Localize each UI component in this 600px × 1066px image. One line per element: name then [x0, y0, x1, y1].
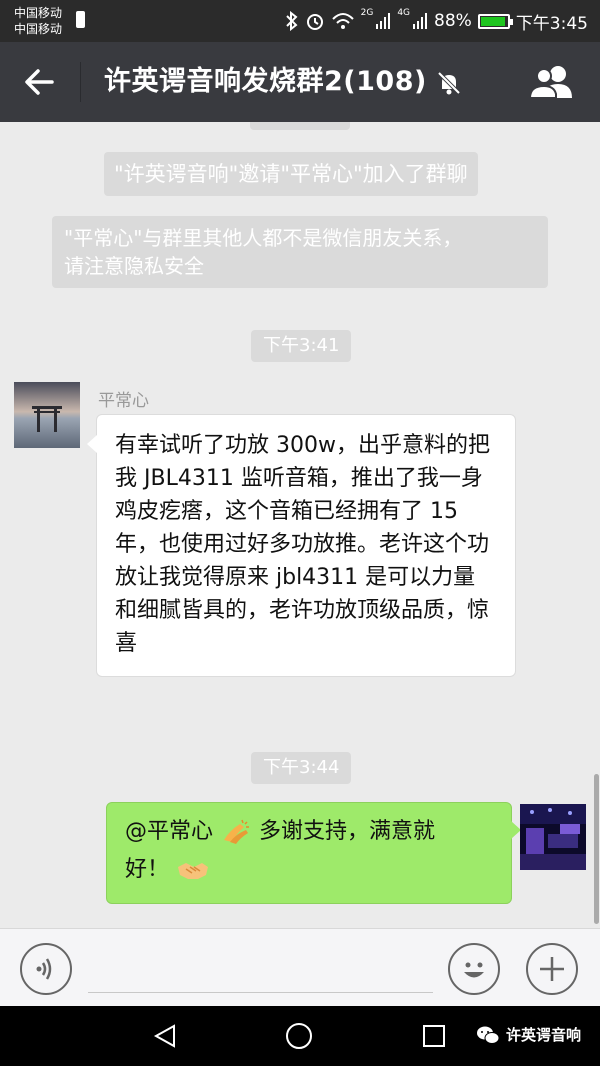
nav-home-icon[interactable] — [286, 1023, 312, 1049]
my-avatar[interactable] — [520, 804, 586, 870]
avatar-torii-image — [14, 382, 80, 448]
chat-title: 许英谔音响发烧群2(108) — [104, 66, 427, 97]
avatar[interactable] — [14, 382, 80, 448]
carrier-name-1: 中国移动 — [14, 6, 63, 20]
status-icons: 2G 4G 88% 下午3:45 — [285, 8, 588, 34]
timestamp: 下午3:41 — [251, 330, 352, 362]
sim-card-icon — [76, 11, 85, 28]
message-bubble-sent[interactable]: @平常心 多谢支持，满意就 好！ — [106, 802, 521, 904]
wechat-logo-icon — [477, 1026, 500, 1044]
battery-percent: 88% — [434, 11, 472, 31]
reply-text-1: 多谢支持，满意就 — [259, 819, 436, 844]
signal-icon-1 — [376, 13, 391, 29]
system-invite-text: "许英谔音响"邀请"平常心"加入了群聊 — [114, 162, 468, 186]
cut-off-timestamp — [250, 122, 350, 130]
plus-icon — [540, 957, 564, 981]
timestamp: 下午3:44 — [251, 752, 352, 784]
handshake-emoji-icon — [178, 863, 209, 879]
input-bar — [0, 928, 600, 1007]
mention-text: @平常心 — [125, 819, 214, 844]
system-message-privacy: "平常心"与群里其他人都不是微信朋友关系， 请注意隐私安全 — [52, 216, 548, 288]
system-message-invite: "许英谔音响"邀请"平常心"加入了群聊 — [104, 152, 478, 196]
privacy-line-2: 请注意隐私安全 — [64, 254, 204, 278]
sender-name: 平常心 — [98, 391, 149, 411]
header-divider — [80, 62, 81, 102]
status-time: 下午3:45 — [515, 13, 588, 34]
signal-icon-2 — [413, 13, 428, 29]
status-bar: 中国移动 中国移动 2G 4G 88% 下午3:45 — [0, 0, 600, 42]
message-input[interactable] — [88, 992, 433, 993]
reply-text-2: 好！ — [125, 857, 170, 882]
watermark: 许英谔音响 — [476, 1024, 581, 1045]
wifi-icon — [331, 13, 354, 29]
avatar-studio-image — [520, 804, 586, 870]
back-arrow-icon[interactable] — [22, 64, 58, 100]
chat-area[interactable]: "许英谔音响"邀请"平常心"加入了群聊 "平常心"与群里其他人都不是微信朋友关系… — [0, 122, 600, 928]
mute-bell-icon — [437, 71, 461, 95]
battery-icon — [477, 13, 513, 29]
more-options-button[interactable] — [526, 943, 578, 995]
battery-fill — [480, 16, 506, 26]
group-members-icon[interactable] — [528, 64, 578, 100]
emoji-button[interactable] — [448, 943, 500, 995]
alarm-icon — [306, 14, 323, 30]
signal-type-2: 4G — [397, 8, 411, 18]
voice-icon — [36, 958, 52, 980]
smiley-icon — [464, 962, 484, 978]
chat-header: 许英谔音响发烧群2(108) — [0, 42, 600, 122]
signal-type-1: 2G — [360, 8, 374, 18]
carrier-info: 中国移动 中国移动 — [14, 5, 62, 37]
nav-recent-apps-icon[interactable] — [423, 1025, 445, 1047]
voice-input-button[interactable] — [20, 943, 72, 995]
clap-emoji-icon — [224, 819, 250, 844]
watermark-text: 许英谔音响 — [506, 1026, 582, 1044]
message-bubble-received[interactable]: 有幸试听了功放 300w，出乎意料的把我 JBL4311 监听音箱，推出了我一身… — [87, 414, 516, 677]
nav-back-icon[interactable] — [152, 1023, 178, 1049]
carrier-name-2: 中国移动 — [14, 22, 63, 36]
bluetooth-icon — [285, 11, 298, 31]
system-nav-bar: 许英谔音响 — [0, 1006, 600, 1066]
scrollbar[interactable] — [594, 774, 599, 924]
privacy-line-1: "平常心"与群里其他人都不是微信朋友关系， — [64, 226, 463, 250]
